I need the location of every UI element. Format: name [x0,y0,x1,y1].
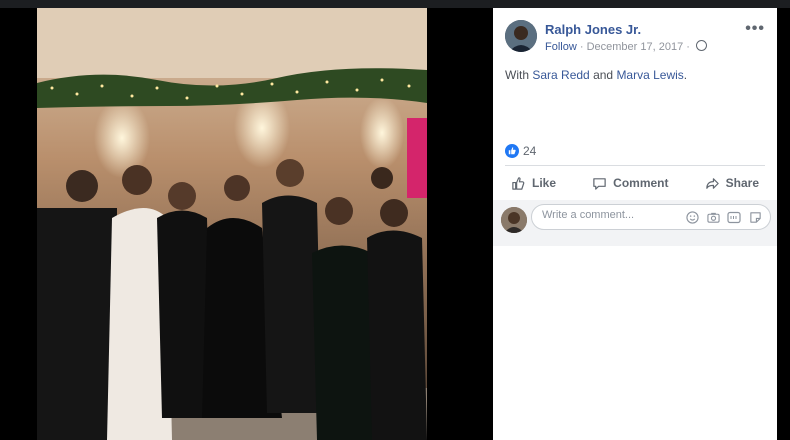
and-word: and [593,68,614,82]
tagged-people: With Sara Redd and Marva Lewis. [505,68,687,82]
tagged-person-link[interactable]: Marva Lewis [616,68,683,82]
comment-button[interactable]: Comment [586,176,674,191]
post-side-panel: Ralph Jones Jr. Follow · December 17, 20… [493,8,777,440]
like-button[interactable]: Like [505,176,562,191]
post-actions: Like Comment Share [505,168,765,198]
author-name[interactable]: Ralph Jones Jr. [545,22,641,37]
more-options-icon[interactable]: ••• [745,20,765,38]
globe-icon [696,40,708,51]
thumbs-up-icon [512,176,525,190]
period: . [683,68,688,82]
like-reaction-icon [505,144,519,158]
like-label: Like [532,176,557,190]
comment-field[interactable] [531,204,771,230]
emoji-icon[interactable] [685,210,699,224]
follow-link[interactable]: Follow [545,41,577,53]
comment-input[interactable] [542,209,672,221]
meta-separator-2: · [686,41,690,53]
divider [505,165,765,166]
tagged-person-link[interactable]: Sara Redd [532,68,589,82]
with-prefix: With [505,68,529,82]
gif-icon[interactable] [727,210,741,224]
like-count: 24 [523,144,537,158]
share-label: Share [725,176,759,190]
comment-composer [493,200,777,246]
top-bar [0,0,790,8]
sticker-icon[interactable] [748,210,762,224]
author-avatar[interactable] [505,20,537,52]
camera-icon[interactable] [706,210,720,224]
comment-icon [593,177,606,190]
viewer-avatar[interactable] [501,207,527,233]
comment-tools [685,210,762,224]
post-date[interactable]: December 17, 2017 [587,41,684,53]
viewer-avatar-image [501,207,527,233]
meta-separator: · [579,41,584,53]
share-icon [705,177,719,189]
post-meta: Follow · December 17, 2017 · [545,40,708,53]
reaction-summary[interactable]: 24 [505,144,536,158]
share-button[interactable]: Share [699,176,765,191]
post-photo[interactable] [37,8,427,440]
author-avatar-image [505,20,537,52]
comment-label: Comment [613,176,669,190]
group-photo-image [37,8,427,440]
